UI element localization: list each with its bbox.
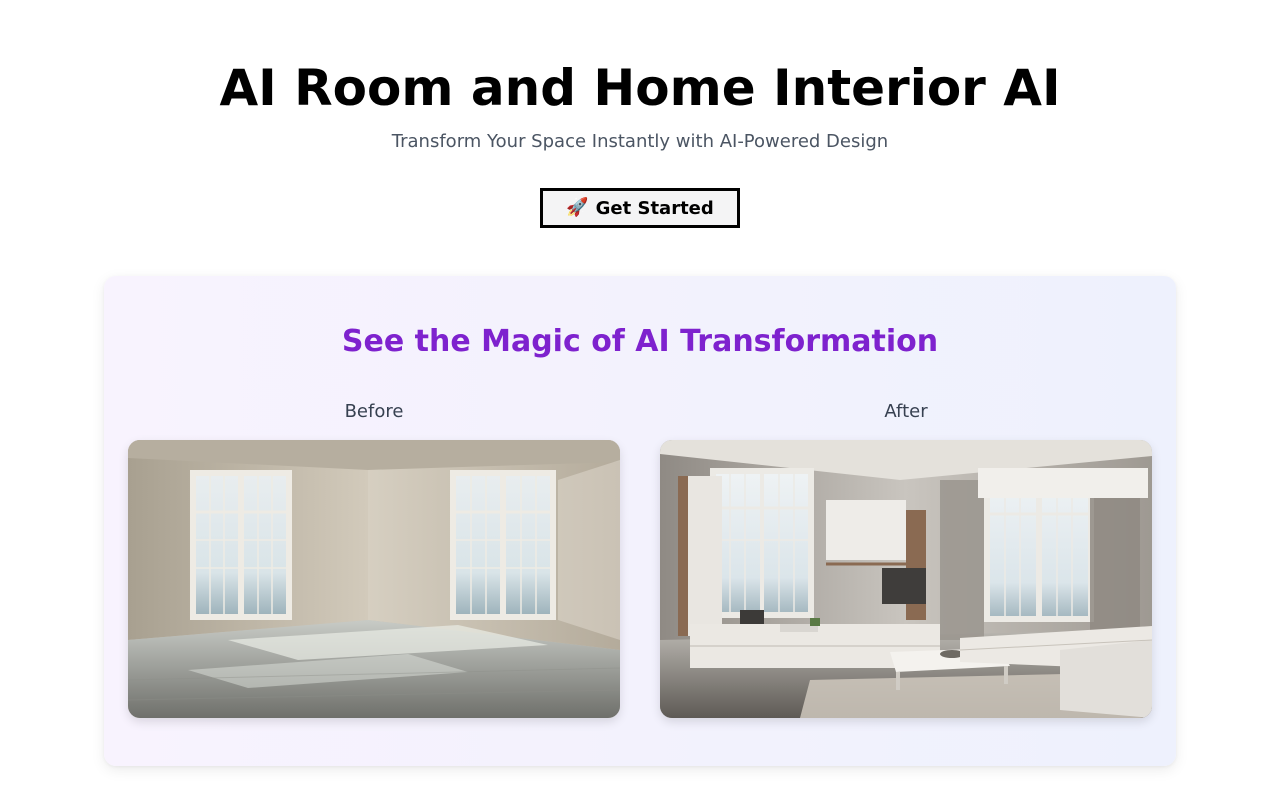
page-subtitle: Transform Your Space Instantly with AI-P… [391, 131, 889, 152]
before-label: Before [344, 401, 404, 422]
after-room-image [660, 440, 1152, 718]
transformation-showcase: See the Magic of AI Transformation Befor… [104, 276, 1176, 766]
get-started-button[interactable]: 🚀 Get Started [540, 188, 740, 228]
showcase-title: See the Magic of AI Transformation [341, 324, 939, 359]
after-label: After [884, 401, 928, 422]
before-room-image [128, 440, 620, 718]
get-started-label: Get Started [595, 197, 714, 219]
landing-page: AI Room and Home Interior AI Transform Y… [0, 0, 1280, 800]
after-column: After [660, 400, 1152, 718]
page-title: AI Room and Home Interior AI [219, 59, 1061, 117]
rocket-icon: 🚀 [566, 197, 589, 218]
before-column: Before [128, 400, 620, 718]
